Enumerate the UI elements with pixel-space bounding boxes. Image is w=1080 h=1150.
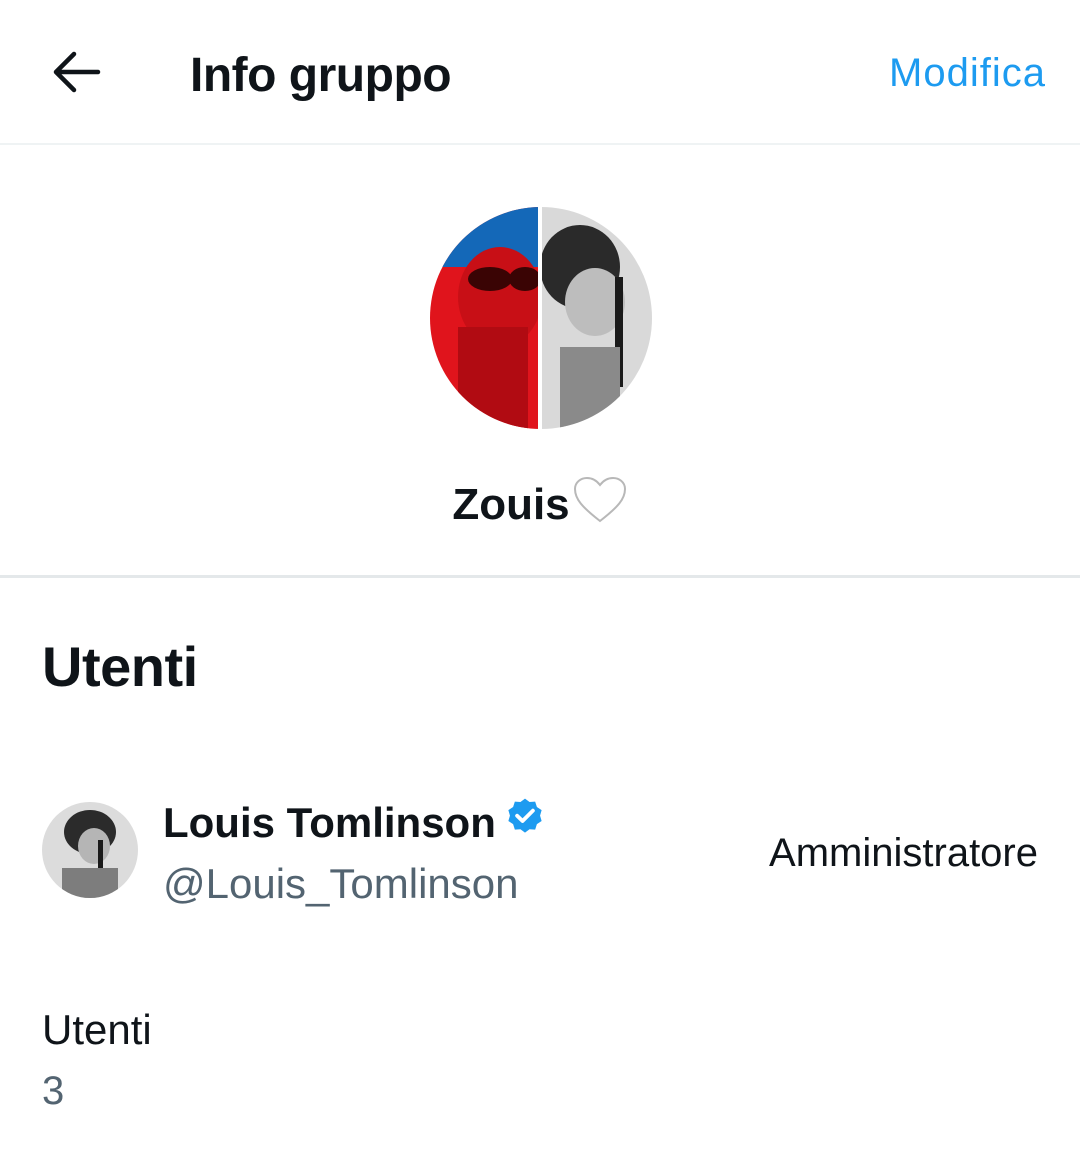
member-name-text: Louis Tomlinson <box>163 799 496 846</box>
member-display-name: Louis Tomlinson <box>163 796 546 850</box>
users-section-heading: Utenti <box>42 635 198 698</box>
group-info-section: Zouis <box>0 145 1080 578</box>
edit-button[interactable]: Modifica <box>889 48 1046 98</box>
verified-badge-icon <box>504 796 546 850</box>
member-handle: @Louis_Tomlinson <box>163 860 519 907</box>
users-count-value: 3 <box>42 1069 65 1113</box>
member-role-label: Amministratore <box>769 831 1038 875</box>
white-heart-icon <box>572 475 628 541</box>
top-bar: Info gruppo Modifica <box>0 0 1080 145</box>
users-count-label: Utenti <box>42 1006 152 1053</box>
back-button[interactable] <box>46 44 106 100</box>
arrow-left-icon <box>53 51 101 93</box>
group-avatar[interactable] <box>430 207 652 429</box>
group-name: Zouis <box>0 475 1080 541</box>
page-title: Info gruppo <box>190 49 452 102</box>
group-name-text: Zouis <box>452 480 570 529</box>
avatar[interactable] <box>42 802 138 898</box>
member-list-item[interactable]: Louis Tomlinson @Louis_Tomlinson Amminis… <box>0 780 1080 920</box>
